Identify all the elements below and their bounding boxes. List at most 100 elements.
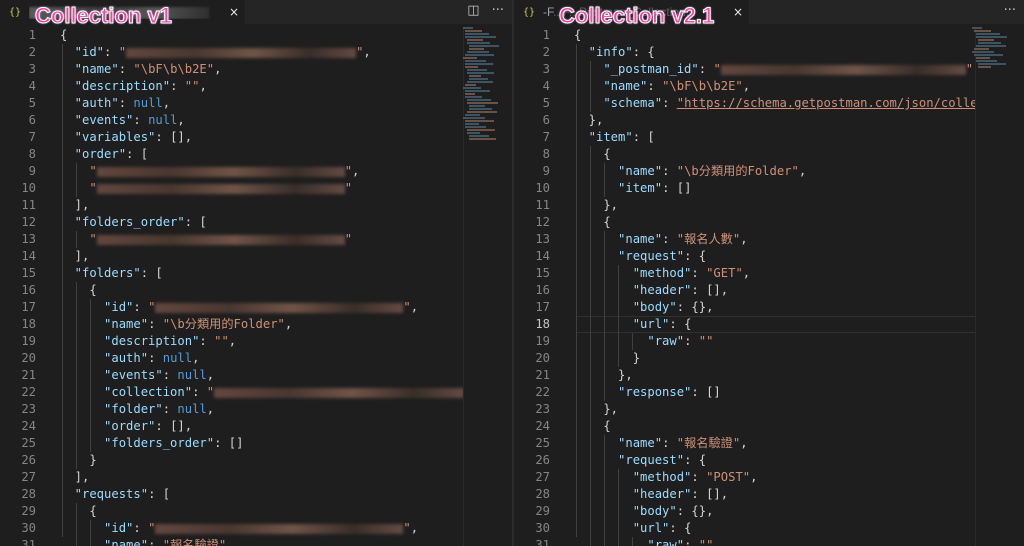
code-line[interactable]: 2 "id": " ", [0, 44, 512, 61]
code-editor-left[interactable]: 1{2 "id": " ", 3 "name": "\bF\b\b2E", 4 "de… [0, 27, 512, 546]
code-token: "folders" [60, 266, 141, 280]
line-number: 17 [21, 300, 36, 314]
code-token: "schema" [574, 96, 663, 110]
line-code: ], [60, 248, 90, 265]
code-token: : [691, 266, 707, 280]
line-code: "collection": "", [60, 384, 479, 401]
code-line[interactable]: 6 "events": null, [0, 112, 512, 129]
code-token: : [162, 402, 178, 416]
line-code: "order": [ [60, 146, 148, 163]
line-code: { [574, 418, 610, 435]
code-token: " [403, 300, 411, 314]
code-token: : [662, 232, 677, 246]
code-token: : { [684, 453, 707, 467]
more-actions-icon[interactable]: ··· [1004, 3, 1016, 18]
line-number: 16 [535, 283, 550, 297]
code-token: : [691, 470, 707, 484]
code-token: { [60, 504, 97, 518]
line-code: "name": "\bF\b\b2E", [60, 61, 222, 78]
line-code: "folders": [ [60, 265, 163, 282]
line-code: "id": " ", [60, 299, 418, 316]
redacted-value [155, 523, 404, 534]
indent-guide [618, 265, 619, 367]
code-line[interactable]: 6 }, [514, 112, 1024, 129]
indent-guide [62, 44, 63, 537]
line-code: { [574, 27, 581, 44]
redacted-value [155, 302, 404, 313]
minimap-line [463, 117, 485, 119]
code-token: , [228, 334, 237, 348]
minimap-line [467, 72, 494, 74]
code-line[interactable]: 1{ [0, 27, 512, 44]
editor-actions-left: ◫ ··· [467, 3, 504, 18]
code-line[interactable]: 5 "auth": null, [0, 95, 512, 112]
code-line[interactable]: 3 "name": "\bF\b\b2E", [0, 61, 512, 78]
code-token: : { [669, 317, 692, 331]
code-line[interactable]: 7 "variables": [], [0, 129, 512, 146]
code-line[interactable]: 27 ], [0, 469, 512, 486]
code-line[interactable]: 12 "folders_order": [ [0, 214, 512, 231]
code-line[interactable]: 28 "requests": [ [0, 486, 512, 503]
code-token: " [344, 181, 353, 195]
minimap-line [469, 135, 489, 137]
more-actions-icon[interactable]: ··· [492, 3, 504, 18]
minimap-left[interactable] [463, 27, 509, 147]
line-code: }, [574, 197, 618, 214]
indent-guide [76, 282, 77, 469]
code-line[interactable]: 15 "folders": [ [0, 265, 512, 282]
code-line[interactable]: 8 "order": [ [0, 146, 512, 163]
code-token: "name" [574, 79, 648, 93]
line-number: 25 [535, 436, 550, 450]
code-token: }, [574, 113, 604, 127]
line-number: 16 [21, 283, 36, 297]
code-token: "header" [574, 283, 692, 297]
line-number: 29 [535, 504, 550, 518]
code-token: : {}, [676, 300, 714, 314]
line-number: 17 [535, 300, 550, 314]
line-code: "header": [], [574, 282, 728, 299]
minimap-right[interactable] [972, 27, 1018, 147]
line-number: 18 [535, 317, 550, 331]
minimap-line [465, 60, 486, 62]
code-line[interactable]: 1{ [514, 27, 1024, 44]
line-code: "description": "", [60, 333, 236, 350]
minimap-line [467, 81, 493, 83]
code-line[interactable]: 14 ], [0, 248, 512, 265]
code-token: "id" [60, 521, 134, 535]
code-token: : [698, 62, 714, 76]
code-token: "POST" [706, 470, 751, 484]
code-token: { [574, 215, 611, 229]
code-token: , [410, 300, 419, 314]
code-token: : [104, 45, 119, 59]
code-token: "name" [60, 317, 149, 331]
code-line[interactable]: 7 "item": [ [514, 129, 1024, 146]
code-token: "\b分類用的Folder" [676, 164, 799, 178]
code-line[interactable]: 11 ], [0, 197, 512, 214]
code-token: : [ [632, 130, 655, 144]
line-number: 4 [28, 79, 36, 93]
line-number: 1 [28, 28, 36, 42]
code-token: "name" [574, 164, 663, 178]
minimap-line [465, 30, 482, 32]
code-editor-right[interactable]: 1{2 "info": {3 "_postman_id": "",4 "name… [514, 27, 1024, 546]
close-icon[interactable]: × [223, 5, 245, 19]
line-number: 6 [28, 113, 36, 127]
redacted-value [96, 166, 345, 177]
minimap-line [465, 96, 482, 98]
split-editor-icon[interactable]: ◫ [467, 3, 479, 18]
code-token: : [133, 300, 149, 314]
code-line[interactable]: 2 "info": { [514, 44, 1024, 61]
code-token: : [ [126, 147, 149, 161]
line-number: 13 [21, 232, 36, 246]
line-number: 1 [542, 28, 550, 42]
line-code: "auth": null, [60, 95, 170, 112]
redacted-value [96, 234, 345, 245]
code-line[interactable]: 4 "description": "", [0, 78, 512, 95]
line-code: { [574, 146, 611, 163]
code-token: { [574, 147, 611, 161]
code-token: : { [669, 521, 692, 535]
close-icon[interactable]: × [727, 5, 749, 19]
line-code: "name": "報名人數", [574, 231, 748, 248]
line-code: "events": null, [60, 367, 214, 384]
